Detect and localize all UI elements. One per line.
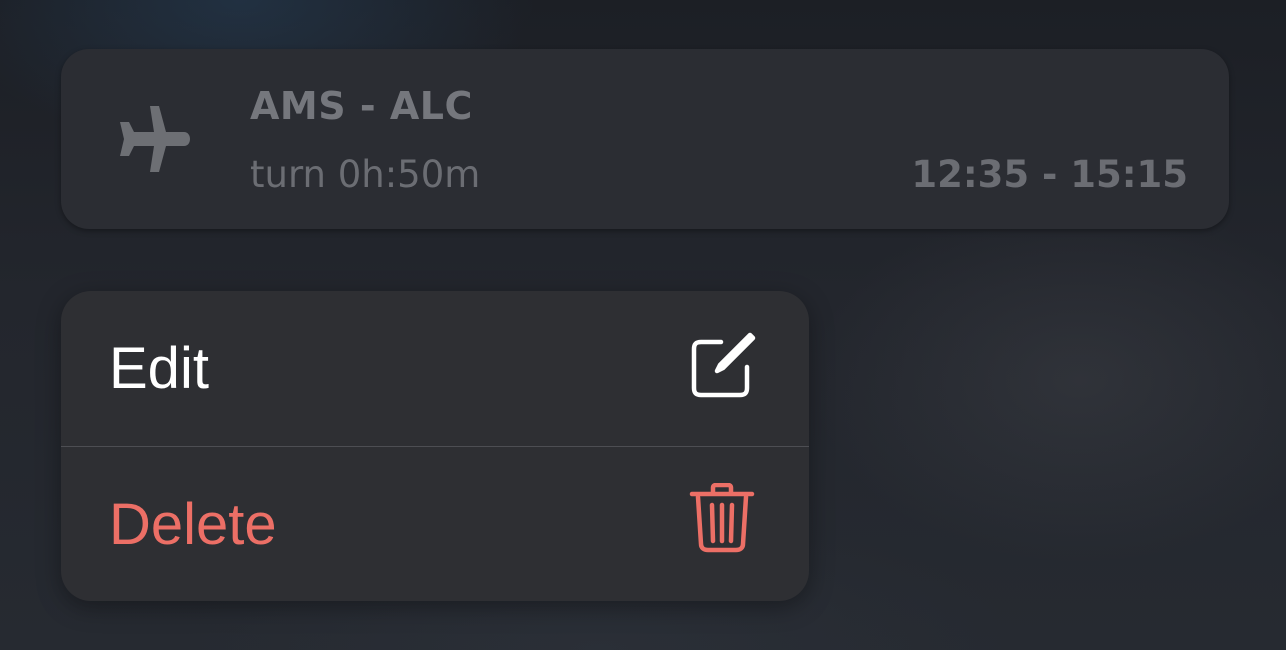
context-menu: Edit Delete bbox=[61, 291, 809, 601]
edit-menu-item[interactable]: Edit bbox=[61, 291, 809, 446]
delete-label: Delete bbox=[109, 492, 277, 557]
flight-card[interactable] bbox=[61, 49, 1229, 229]
airplane-icon bbox=[120, 106, 190, 172]
edit-label: Edit bbox=[109, 336, 209, 401]
turn-time: turn 0h:50m bbox=[250, 153, 481, 196]
edit-icon bbox=[691, 332, 756, 398]
flight-route: AMS - ALC bbox=[250, 84, 473, 128]
trash-icon bbox=[689, 483, 755, 553]
flight-times: 12:35 - 15:15 bbox=[911, 153, 1188, 196]
delete-menu-item[interactable]: Delete bbox=[61, 447, 809, 601]
